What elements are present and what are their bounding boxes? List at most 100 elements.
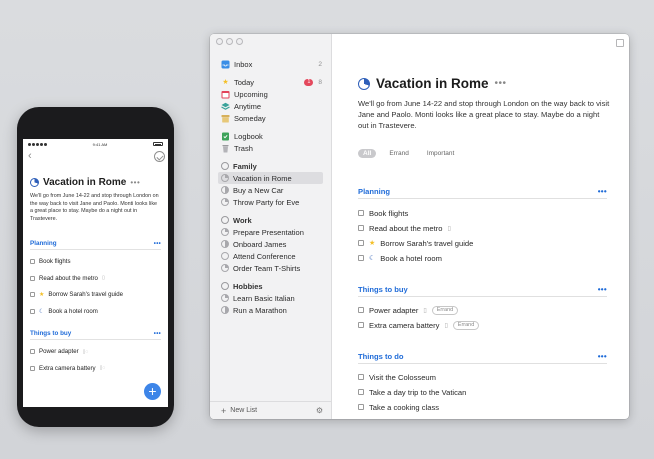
- heading-more-button[interactable]: •••: [154, 331, 161, 337]
- project-label: Attend Conference: [233, 251, 296, 261]
- sidebar-area-work[interactable]: Work: [210, 214, 331, 226]
- sidebar-item-label: Someday: [234, 113, 266, 123]
- add-todo-button[interactable]: +: [144, 383, 161, 400]
- sidebar-item-someday[interactable]: Someday: [210, 112, 331, 124]
- todo-item[interactable]: Read about the metro ▯: [23, 270, 168, 287]
- plus-icon[interactable]: +: [221, 406, 226, 416]
- tag-filter-important[interactable]: Important: [422, 149, 459, 158]
- minimize-window-button[interactable]: [226, 38, 233, 45]
- zoom-window-button[interactable]: [236, 38, 243, 45]
- project-progress-icon: [221, 294, 229, 302]
- checkbox[interactable]: [358, 255, 364, 261]
- todo-title: Power adapter: [369, 305, 419, 315]
- sliders-icon[interactable]: ⚙: [316, 406, 323, 415]
- todo-item[interactable]: Book flights: [358, 207, 408, 219]
- sidebar-project-learn-italian[interactable]: Learn Basic Italian: [210, 292, 331, 304]
- todo-item[interactable]: Extra camera battery ▯ Errand: [358, 319, 480, 331]
- fullscreen-icon[interactable]: [616, 39, 624, 47]
- checkbox[interactable]: [30, 292, 35, 298]
- sidebar-item-anytime[interactable]: Anytime: [210, 100, 331, 112]
- sidebar-project-run-marathon[interactable]: Run a Marathon: [210, 304, 331, 316]
- checkbox[interactable]: [30, 365, 35, 371]
- check-circle-icon[interactable]: [154, 151, 165, 162]
- heading-things-to-buy[interactable]: Things to buy •••: [358, 285, 607, 297]
- checkbox[interactable]: [358, 404, 364, 410]
- checkbox[interactable]: [358, 389, 364, 395]
- project-title[interactable]: Vacation in Rome: [43, 177, 126, 188]
- status-bar: 9:41 AM: [23, 139, 168, 149]
- tag-pill: Errand: [452, 320, 480, 330]
- checkbox[interactable]: [358, 240, 364, 246]
- project-progress-icon: [221, 264, 229, 272]
- project-notes[interactable]: We'll go from June 14-22 and stop throug…: [23, 188, 168, 223]
- heading-more-button[interactable]: •••: [598, 187, 607, 196]
- todo-title: Read about the metro: [39, 274, 98, 282]
- sidebar-item-upcoming[interactable]: Upcoming: [210, 88, 331, 100]
- checkbox[interactable]: [358, 225, 364, 231]
- checkbox[interactable]: [358, 322, 364, 328]
- sidebar-item-today[interactable]: ★ Today 1 8: [210, 76, 331, 88]
- todo-item[interactable]: Read about the metro ▯: [358, 222, 451, 234]
- sidebar-project-throw-party[interactable]: Throw Party for Eve: [210, 196, 331, 208]
- todo-item[interactable]: Take a cooking class: [358, 401, 439, 413]
- checkbox[interactable]: [30, 275, 35, 281]
- checkbox[interactable]: [30, 259, 35, 265]
- todo-item[interactable]: Extra camera battery ▯◌: [23, 360, 168, 377]
- sidebar-item-trash[interactable]: Trash: [210, 142, 331, 154]
- tag-filter-all[interactable]: All: [358, 149, 377, 158]
- chevron-left-icon[interactable]: ‹: [28, 150, 32, 162]
- sidebar-item-logbook[interactable]: Logbook: [210, 130, 331, 142]
- trash-icon: [221, 144, 230, 153]
- sidebar-project-attend-conference[interactable]: Attend Conference: [210, 250, 331, 262]
- heading-planning[interactable]: Planning •••: [30, 240, 161, 251]
- project-label: Run a Marathon: [233, 305, 287, 315]
- sidebar-area-hobbies[interactable]: Hobbies: [210, 280, 331, 292]
- area-icon: [221, 216, 229, 224]
- new-list-button[interactable]: New List: [230, 407, 257, 414]
- project-label: Throw Party for Eve: [233, 197, 300, 207]
- todo-item[interactable]: Visit the Colosseum: [358, 371, 436, 383]
- project-title[interactable]: Vacation in Rome: [376, 76, 489, 91]
- todo-item[interactable]: Book flights: [23, 253, 168, 270]
- project-notes[interactable]: We'll go from June 14-22 and stop throug…: [358, 98, 610, 131]
- heading-things-to-do[interactable]: Things to do •••: [358, 352, 607, 364]
- sidebar-project-prepare-presentation[interactable]: Prepare Presentation: [210, 226, 331, 238]
- heading-label: Planning: [30, 240, 57, 248]
- heading-more-button[interactable]: •••: [598, 285, 607, 294]
- sidebar-project-vacation-in-rome[interactable]: Vacation in Rome: [218, 172, 323, 184]
- sidebar-area-family[interactable]: Family: [210, 160, 331, 172]
- sidebar-item-label: Logbook: [234, 131, 263, 141]
- tag-filter-errand[interactable]: Errand: [384, 149, 414, 158]
- todo-item[interactable]: Take a day trip to the Vatican: [358, 386, 466, 398]
- project-label: Buy a New Car: [233, 185, 284, 195]
- sidebar-project-buy-a-new-car[interactable]: Buy a New Car: [210, 184, 331, 196]
- heading-more-button[interactable]: •••: [154, 241, 161, 247]
- todo-item[interactable]: ☾ Book a hotel room: [358, 252, 442, 264]
- checkbox[interactable]: [30, 308, 35, 314]
- project-progress-icon: [30, 178, 39, 187]
- sidebar-item-inbox[interactable]: Inbox 2: [210, 58, 331, 70]
- checkbox[interactable]: [358, 374, 364, 380]
- todo-item[interactable]: Power adapter ▯◌: [23, 343, 168, 360]
- calendar-icon: [221, 90, 230, 99]
- project-header: Vacation in Rome •••: [23, 165, 168, 188]
- heading-more-button[interactable]: •••: [598, 352, 607, 361]
- more-options-button[interactable]: •••: [130, 178, 140, 187]
- todo-item[interactable]: ☾ Book a hotel room: [23, 303, 168, 320]
- phone-screen: 9:41 AM ‹ Vacation in Rome ••• We'll go …: [23, 139, 168, 407]
- todo-item[interactable]: ★ Borrow Sarah's travel guide: [358, 237, 473, 249]
- checkbox[interactable]: [358, 210, 364, 216]
- sidebar-project-order-t-shirts[interactable]: Order Team T-Shirts: [210, 262, 331, 274]
- area-label: Work: [233, 215, 252, 225]
- checkbox[interactable]: [30, 349, 35, 355]
- more-options-button[interactable]: •••: [495, 78, 507, 89]
- sidebar-item-label: Anytime: [234, 101, 262, 111]
- close-window-button[interactable]: [216, 38, 223, 45]
- heading-things-to-buy[interactable]: Things to buy •••: [30, 330, 161, 341]
- inbox-icon: [221, 60, 230, 69]
- todo-item[interactable]: ★ Borrow Sarah's travel guide: [23, 286, 168, 303]
- todo-item[interactable]: Power adapter ▯ Errand: [358, 304, 459, 316]
- checkbox[interactable]: [358, 307, 364, 313]
- sidebar-project-onboard-james[interactable]: Onboard James: [210, 238, 331, 250]
- heading-planning[interactable]: Planning •••: [358, 187, 607, 199]
